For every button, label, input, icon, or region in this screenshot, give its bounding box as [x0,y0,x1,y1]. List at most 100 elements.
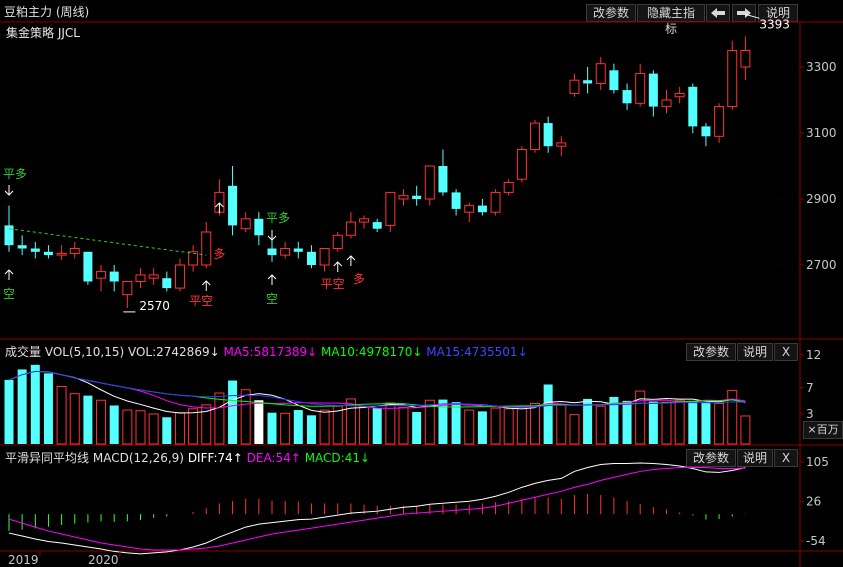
candle-body [30,248,40,252]
candle [714,103,725,143]
volume-bar [240,389,251,445]
candle-body [4,225,14,246]
time-axis-label: 2020 [88,553,119,567]
candle-body [661,99,672,108]
candle-body [174,264,185,289]
candle-body [135,274,146,282]
volume-bar [122,409,133,445]
candle [740,36,751,81]
candle [30,241,40,259]
volume-bar [56,385,67,445]
candle-body [319,248,330,266]
volume-bar [148,413,159,445]
candle-body [96,271,107,279]
candle [385,191,396,232]
candle-body [648,73,658,107]
candle-body [609,70,619,91]
candle [412,185,422,206]
candle [109,265,119,292]
candle-body [332,234,343,250]
high-label: 3393 [759,17,790,31]
candle-body [438,166,448,193]
candle-body [412,195,422,199]
volume-bar [162,417,172,444]
candle [674,86,685,104]
volume-bar [69,393,80,445]
volume-bar [451,402,461,444]
volume-bar [293,410,303,444]
volume-ma5-line [8,370,746,414]
candle [135,268,146,289]
volume-ma10-line [8,370,746,409]
signal-short: 空 [3,287,15,301]
volume-bar [543,384,553,444]
candle [17,235,27,256]
candle-body [595,63,606,84]
volume-bar [701,402,711,444]
volume-bar [43,373,53,444]
volume-bar [674,399,685,445]
high-marker [745,13,760,19]
candle [503,179,514,196]
volume-bar [306,415,316,444]
volume-bar [359,406,370,445]
candle-body [306,251,316,265]
candle [228,166,238,236]
candle-body [228,185,238,226]
price-axis-label: 2700 [806,258,837,272]
volume-bar [661,401,672,445]
candle [43,245,53,259]
volume-bar [516,405,527,445]
candle-body [556,142,567,147]
volume-bar [254,400,264,444]
signal-flat-short: 平空 [321,277,345,291]
candle-body [43,251,53,256]
volume-bar [477,411,487,444]
price-axis-label: 3100 [806,126,837,140]
candle [267,238,277,262]
candle [622,83,632,110]
volume-ma20-line [8,370,746,409]
candle-body [740,50,751,68]
volume-bar [4,379,14,444]
candle [332,232,343,252]
candle-body [424,165,435,200]
candle-body [83,251,93,282]
candle-body [569,79,580,94]
candle-body [727,50,738,108]
volume-bar [648,401,658,444]
candle [635,63,646,107]
volume-bar [214,392,225,445]
candle [83,251,93,285]
candle-body [293,248,303,252]
candle-body [148,274,159,279]
candle [438,149,448,196]
candle [345,212,356,239]
candle [372,218,382,232]
volume-bar [740,415,751,445]
candle [359,215,370,229]
volume-bar [398,406,409,445]
volume-axis-label: 3 [806,407,814,421]
signal-short: 空 [266,292,278,306]
candle [174,258,185,292]
candle-body [201,231,212,266]
signal-arrow-up [201,280,211,291]
volume-bar [135,410,146,445]
signal-flat-long: 平多 [3,167,27,181]
candle [477,199,487,216]
volume-bar [503,408,514,445]
candle [424,165,435,206]
volume-bar [188,408,199,445]
candle [583,67,593,94]
candle-body [464,205,475,213]
signal-flat-long: 平多 [266,211,290,225]
candle [306,245,316,269]
volume-bar [464,409,475,445]
volume-bar [109,405,119,444]
candle [293,241,303,259]
candle [201,222,212,269]
macd-axis-label: -54 [806,534,826,548]
signal-long: 多 [353,272,365,286]
candle-body [503,182,514,193]
